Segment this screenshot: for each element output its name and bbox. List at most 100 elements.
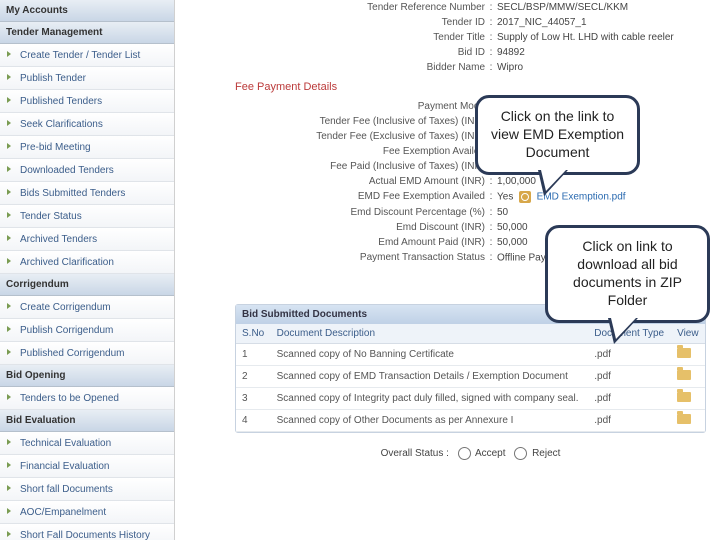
arrow-icon [4, 529, 16, 540]
fee-label: Fee Exemption Availed [235, 146, 485, 157]
info-label: Tender ID [235, 17, 485, 28]
fee-label: Emd Discount (INR) [235, 222, 485, 233]
sidebar-header[interactable]: Bid Evaluation [0, 410, 174, 432]
callout-zip-download: Click on link to download all bid docume… [545, 225, 710, 323]
sidebar-item-label: Published Corrigendum [20, 348, 125, 359]
arrow-icon [4, 347, 16, 359]
fee-label: Tender Fee (Inclusive of Taxes) (INR) [235, 116, 485, 127]
arrow-icon [4, 506, 16, 518]
arrow-icon [4, 233, 16, 245]
view-doc-icon[interactable] [677, 370, 691, 380]
sidebar-item-label: Publish Tender [20, 73, 86, 84]
sidebar-item-label: Archived Tenders [20, 234, 97, 245]
arrow-icon [4, 392, 16, 404]
sidebar-header[interactable]: My Accounts [0, 0, 174, 22]
info-value: Wipro [497, 62, 706, 73]
fee-label: Actual EMD Amount (INR) [235, 176, 485, 187]
fee-label: Emd Discount Percentage (%) [235, 207, 485, 218]
reject-label: Reject [532, 448, 560, 459]
fee-value: 1,00,000 [497, 176, 706, 187]
sidebar-item[interactable]: Create Corrigendum [0, 296, 174, 319]
arrow-icon [4, 483, 16, 495]
fee-label: Fee Paid (Inclusive of Taxes) (INR) [235, 161, 485, 172]
sidebar-item[interactable]: Published Corrigendum [0, 342, 174, 365]
view-doc-icon[interactable] [677, 414, 691, 424]
sidebar-item-label: Downloaded Tenders [20, 165, 114, 176]
sidebar-item[interactable]: Archived Tenders [0, 228, 174, 251]
sidebar-item[interactable]: Pre-bid Meeting [0, 136, 174, 159]
arrow-icon [4, 49, 16, 61]
info-value: 2017_NIC_44057_1 [497, 17, 706, 28]
table-col-header: S.No [236, 324, 271, 344]
arrow-icon [4, 141, 16, 153]
sidebar-header[interactable]: Bid Opening [0, 365, 174, 387]
arrow-icon [4, 437, 16, 449]
info-label: Bid ID [235, 47, 485, 58]
sidebar-item-label: Bids Submitted Tenders [20, 188, 125, 199]
info-label: Tender Reference Number [235, 2, 485, 13]
sidebar-item[interactable]: Archived Clarification [0, 251, 174, 274]
arrow-icon [4, 118, 16, 130]
attachment-icon [519, 191, 531, 203]
fee-row: Emd Discount Percentage (%):50 [235, 205, 706, 220]
fee-label: Payment Mode [235, 101, 485, 112]
sidebar-item[interactable]: Tender Status [0, 205, 174, 228]
sidebar-item-label: Create Tender / Tender List [20, 50, 140, 61]
sidebar-item[interactable]: Publish Tender [0, 67, 174, 90]
info-row: Tender ID:2017_NIC_44057_1 [235, 15, 706, 30]
view-doc-icon[interactable] [677, 392, 691, 402]
info-row: Bid ID:94892 [235, 45, 706, 60]
sidebar-item[interactable]: Financial Evaluation [0, 455, 174, 478]
sidebar-item[interactable]: Create Tender / Tender List [0, 44, 174, 67]
accept-label: Accept [475, 448, 506, 459]
fee-label: Emd Amount Paid (INR) [235, 237, 485, 248]
reject-radio[interactable] [514, 447, 527, 460]
sidebar-item[interactable]: Downloaded Tenders [0, 159, 174, 182]
sidebar-item-label: Short fall Documents [20, 484, 113, 495]
table-col-header: Document Description [271, 324, 589, 344]
info-value: Supply of Low Ht. LHD with cable reeler [497, 32, 706, 43]
sidebar-item[interactable]: Bids Submitted Tenders [0, 182, 174, 205]
arrow-icon [4, 187, 16, 199]
sidebar-item[interactable]: Technical Evaluation [0, 432, 174, 455]
fee-value: 50 [497, 207, 706, 218]
arrow-icon [4, 210, 16, 222]
sidebar-item[interactable]: AOC/Empanelment [0, 501, 174, 524]
sidebar-item[interactable]: Short fall Documents [0, 478, 174, 501]
view-doc-icon[interactable] [677, 348, 691, 358]
sidebar-header[interactable]: Corrigendum [0, 274, 174, 296]
arrow-icon [4, 460, 16, 472]
info-label: Bidder Name [235, 62, 485, 73]
sidebar-item-label: Financial Evaluation [20, 461, 110, 472]
info-row: Tender Title:Supply of Low Ht. LHD with … [235, 30, 706, 45]
sidebar-item[interactable]: Seek Clarifications [0, 113, 174, 136]
fee-label: Tender Fee (Exclusive of Taxes) (INR) [235, 131, 485, 142]
overall-status-label: Overall Status : [381, 448, 449, 459]
sidebar-item[interactable]: Tenders to be Opened [0, 387, 174, 410]
arrow-icon [4, 72, 16, 84]
info-value: SECL/BSP/MMW/SECL/KKM [497, 2, 706, 13]
sidebar: My AccountsTender Management Create Tende… [0, 0, 175, 540]
sidebar-item-label: Technical Evaluation [20, 438, 111, 449]
table-row: 1Scanned copy of No Banning Certificate.… [236, 344, 705, 366]
sidebar-item[interactable]: Published Tenders [0, 90, 174, 113]
sidebar-header[interactable]: Tender Management [0, 22, 174, 44]
callout-emd-exemption: Click on the link to view EMD Exemption … [475, 95, 640, 175]
sidebar-item-label: Tender Status [20, 211, 82, 222]
sidebar-item-label: Short Fall Documents History [20, 530, 150, 540]
arrow-icon [4, 301, 16, 313]
sidebar-item-label: Archived Clarification [20, 257, 114, 268]
arrow-icon [4, 95, 16, 107]
info-row: Tender Reference Number:SECL/BSP/MMW/SEC… [235, 0, 706, 15]
info-row: Bidder Name:Wipro [235, 60, 706, 75]
fee-section-title: Fee Payment Details [235, 81, 706, 95]
sidebar-item-label: Published Tenders [20, 96, 102, 107]
fee-row: EMD Fee Exemption Availed:Yes EMD Exempt… [235, 189, 706, 205]
sidebar-item-label: Tenders to be Opened [20, 393, 119, 404]
accept-radio[interactable] [458, 447, 471, 460]
overall-status-row: Overall Status : Accept Reject [235, 447, 706, 460]
info-value: 94892 [497, 47, 706, 58]
sidebar-item[interactable]: Short Fall Documents History [0, 524, 174, 540]
sidebar-item[interactable]: Publish Corrigendum [0, 319, 174, 342]
arrow-icon [4, 324, 16, 336]
